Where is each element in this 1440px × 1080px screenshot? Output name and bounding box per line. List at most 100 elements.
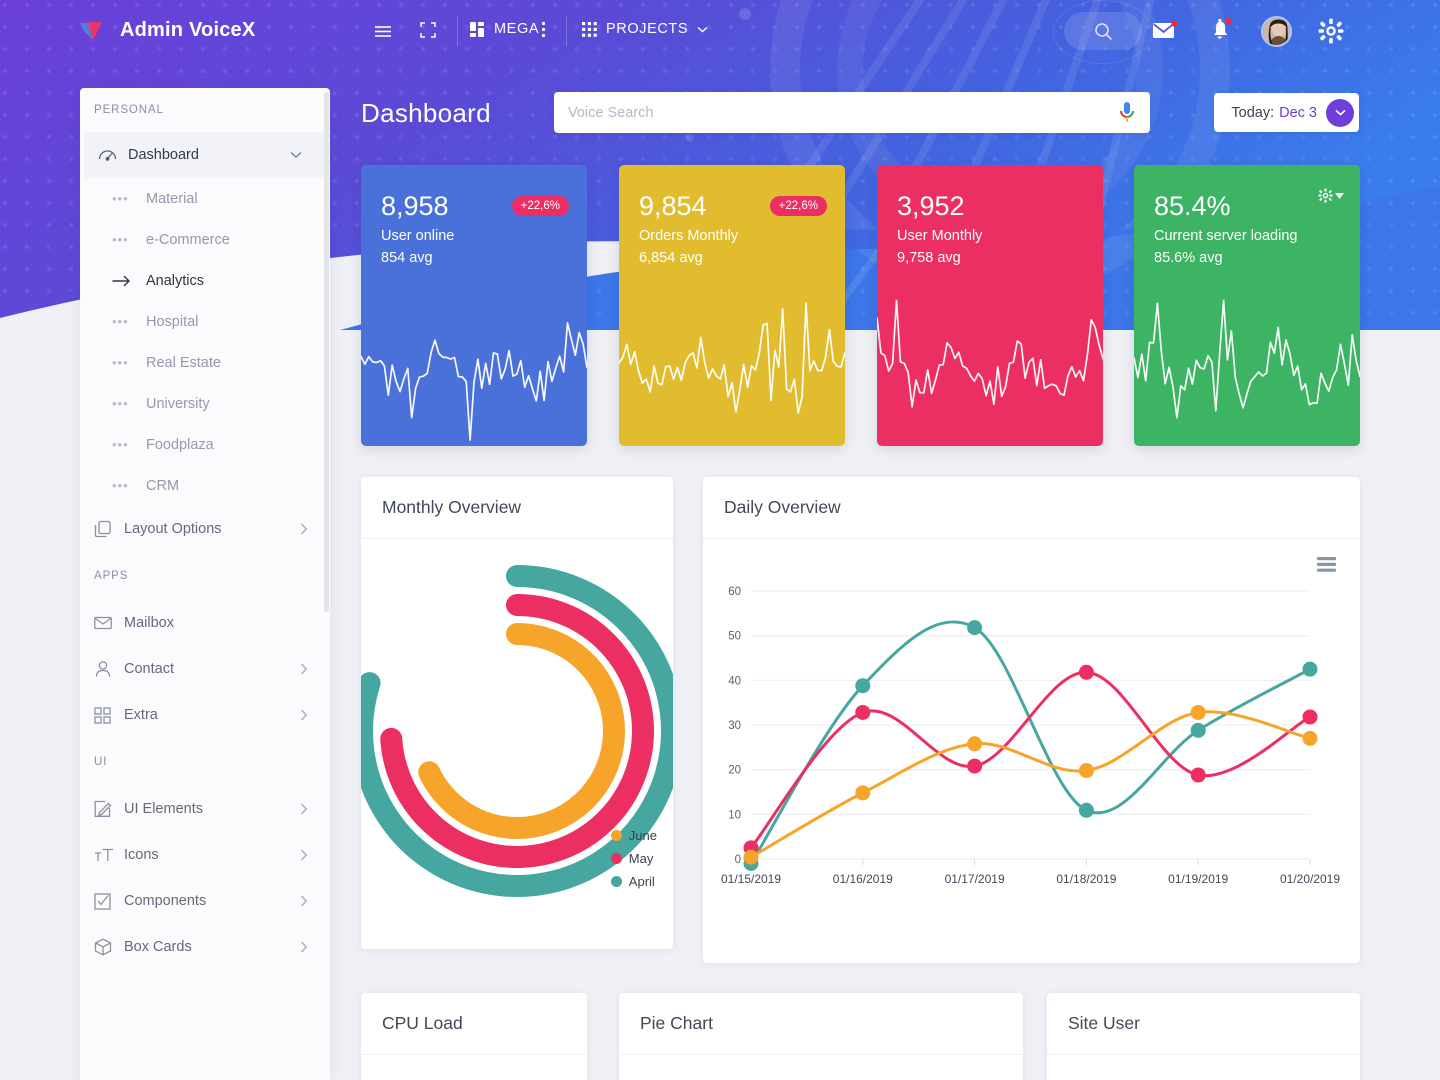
sidebar-item-label: Icons [124, 847, 159, 863]
sidebar-item-label: CRM [146, 477, 180, 494]
sidebar-item-real-estate[interactable]: ••• Real Estate [80, 342, 330, 383]
sidebar-item-extra[interactable]: Extra [80, 692, 330, 738]
sidebar-item-contact[interactable]: Contact [80, 646, 330, 692]
data-point[interactable] [743, 849, 759, 865]
projects-label: PROJECTS [606, 21, 689, 37]
stat-average: 9,758 avg [897, 250, 961, 266]
data-point[interactable] [1078, 802, 1094, 818]
svg-text:10: 10 [728, 809, 741, 821]
bell-icon[interactable] [1210, 18, 1235, 49]
stat-card-user-monthly[interactable]: 3,952 User Monthly 9,758 avg [877, 165, 1103, 446]
chevron-right-icon[interactable] [300, 941, 308, 953]
data-point[interactable] [855, 785, 871, 801]
sidebar-item-analytics[interactable]: Analytics [80, 260, 330, 301]
data-point[interactable] [1078, 664, 1094, 680]
chevron-right-icon[interactable] [300, 663, 308, 675]
data-point[interactable] [1302, 730, 1318, 746]
speedometer-icon [98, 146, 128, 165]
date-selector[interactable]: Today: Dec 3 [1214, 93, 1359, 132]
mega-menu-button[interactable]: MEGA [470, 21, 539, 37]
data-point[interactable] [1302, 709, 1318, 725]
legend-color-swatch [610, 876, 622, 887]
svg-text:40: 40 [728, 675, 741, 687]
data-point[interactable] [1078, 763, 1094, 779]
user-avatar[interactable] [1261, 16, 1292, 47]
sidebar-item-material[interactable]: ••• Material [80, 178, 330, 219]
legend-item-april[interactable]: April [610, 870, 657, 893]
sidebar-section-ui: UI [94, 756, 108, 768]
data-point[interactable] [967, 620, 983, 636]
data-point[interactable] [855, 704, 871, 720]
projects-menu-button[interactable]: PROJECTS [582, 21, 708, 37]
legend-item-may[interactable]: May [610, 847, 657, 870]
svg-text:01/17/2019: 01/17/2019 [945, 872, 1005, 886]
svg-text:01/15/2019: 01/15/2019 [721, 872, 781, 886]
chevron-right-icon[interactable] [300, 849, 308, 861]
fullscreen-icon[interactable] [419, 21, 437, 39]
stat-label: Current server loading [1154, 228, 1298, 244]
sidebar-item-e-commerce[interactable]: ••• e-Commerce [80, 219, 330, 260]
grid-dots-icon [582, 21, 597, 37]
sidebar-item-layout-options[interactable]: Layout Options [80, 506, 330, 552]
data-point[interactable] [967, 736, 983, 752]
sidebar-item-university[interactable]: ••• University [80, 383, 330, 424]
sidebar-item-dashboard[interactable]: Dashboard [84, 132, 324, 178]
search-input[interactable] [554, 104, 1118, 121]
data-point[interactable] [967, 758, 983, 774]
data-point[interactable] [1190, 767, 1206, 783]
chevron-down-icon[interactable] [290, 151, 302, 159]
svg-text:01/20/2019: 01/20/2019 [1280, 872, 1340, 886]
sidebar-item-label: Mailbox [124, 615, 174, 631]
chevron-right-icon[interactable] [300, 709, 308, 721]
legend-color-swatch [610, 830, 622, 841]
sidebar-item-mailbox[interactable]: Mailbox [80, 600, 330, 646]
sidebar-item-label: Layout Options [124, 521, 222, 537]
sidebar: PERSONAL Dashboard ••• Material ••• e-Commerc… [80, 88, 330, 1080]
line-series-may [749, 670, 1312, 850]
panel-cpu-load: CPU Load [361, 993, 587, 1080]
legend-item-june[interactable]: June [610, 824, 657, 847]
panel-title: Daily Overview [724, 497, 841, 517]
sidebar-item-ui-elements[interactable]: UI Elements [80, 786, 330, 832]
search-icon[interactable] [1064, 12, 1142, 50]
chevron-right-icon[interactable] [300, 523, 308, 535]
stat-value: 8,958 [381, 191, 449, 221]
chevron-right-icon[interactable] [300, 803, 308, 815]
sidebar-item-crm[interactable]: ••• CRM [80, 465, 330, 506]
svg-text:20: 20 [728, 765, 741, 777]
stat-badge: +22,6% [769, 196, 827, 216]
stat-sparkline [1134, 299, 1360, 419]
vertical-dots-icon[interactable] [541, 21, 546, 38]
stat-card-current-server-loading[interactable]: 85.4% Current server loading 85.6% avg [1134, 165, 1360, 446]
envelope-icon[interactable] [1153, 20, 1178, 47]
panel-monthly-overview: Monthly Overview June May April [351, 477, 683, 949]
sidebar-item-label: Hospital [146, 313, 199, 330]
stat-card-orders-monthly[interactable]: 9,854 Orders Monthly 6,854 avg +22,6% [619, 165, 845, 446]
legend-color-swatch [610, 853, 622, 864]
stat-card-user-online[interactable]: 8,958 User online 854 avg +22,6% [361, 165, 587, 446]
data-point[interactable] [1190, 722, 1206, 738]
sidebar-item-components[interactable]: Components [80, 878, 330, 924]
data-point[interactable] [1302, 661, 1318, 677]
data-point[interactable] [855, 678, 871, 694]
hamburger-icon[interactable] [373, 21, 393, 41]
sidebar-item-label: Contact [124, 661, 174, 677]
box-icon [94, 938, 124, 956]
sidebar-item-icons[interactable]: Icons [80, 832, 330, 878]
sidebar-item-hospital[interactable]: ••• Hospital [80, 301, 330, 342]
chevron-right-icon[interactable] [300, 895, 308, 907]
voicex-logo-icon[interactable] [76, 14, 110, 48]
sidebar-item-foodplaza[interactable]: ••• Foodplaza [80, 424, 330, 465]
microphone-icon[interactable] [1118, 101, 1136, 125]
voice-search-bar [554, 92, 1150, 133]
gear-icon[interactable] [1318, 18, 1344, 49]
gear-caret-icon[interactable] [1318, 188, 1344, 203]
stat-label: User Monthly [897, 228, 983, 244]
sidebar-item-box-cards[interactable]: Box Cards [80, 924, 330, 970]
chevron-down-icon[interactable] [1326, 98, 1354, 127]
grid-squares-icon [470, 21, 484, 37]
sidebar-scrollbar[interactable] [324, 92, 329, 612]
data-point[interactable] [1190, 704, 1206, 720]
page-title: Dashboard [361, 98, 491, 128]
dots-icon: ••• [112, 355, 129, 370]
